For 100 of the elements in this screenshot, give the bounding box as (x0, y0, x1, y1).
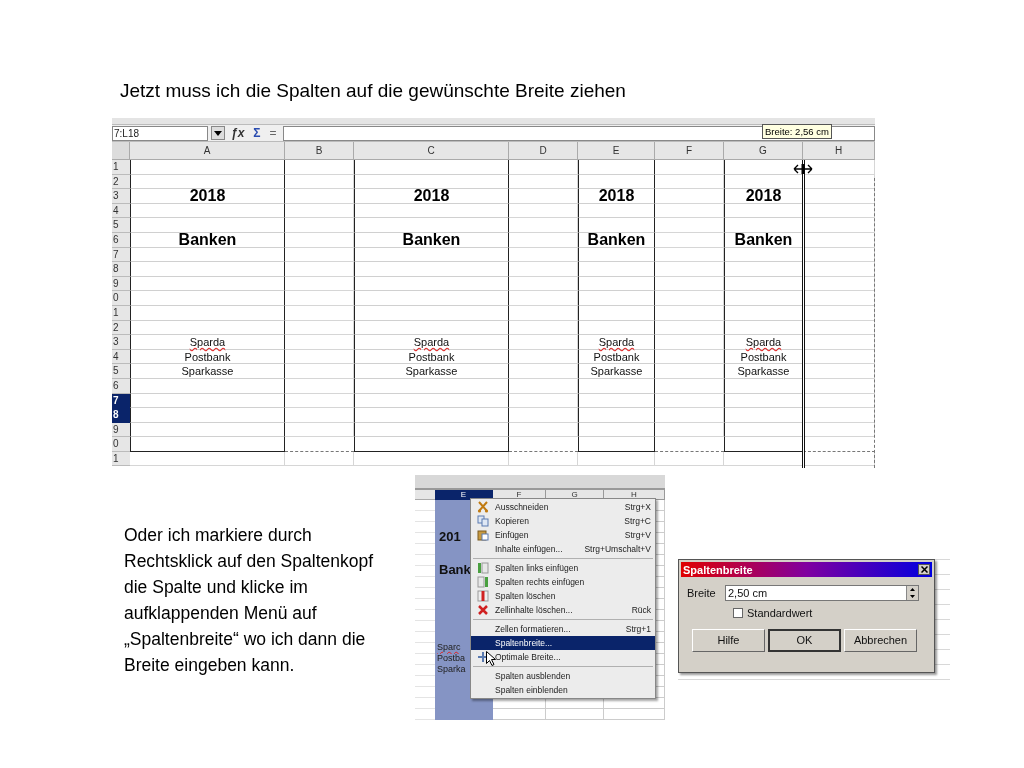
table-cell (509, 189, 578, 204)
table-cell (285, 189, 354, 204)
row-header[interactable]: 5 (112, 364, 130, 379)
scissors-icon (477, 501, 489, 513)
cell-text: 2018 (597, 186, 636, 207)
menu-item[interactable]: Spalten ausblenden (471, 669, 655, 683)
column-header[interactable]: G (724, 142, 803, 160)
menu-item[interactable]: Zellinhalte löschen... Rück (471, 603, 655, 617)
menu-item[interactable]: Spalten links einfügen (471, 561, 655, 575)
insert-column-icon (477, 576, 489, 588)
menu-item[interactable]: Spalten rechts einfügen (471, 575, 655, 589)
table-cell (509, 305, 578, 321)
row-header[interactable]: 3 (112, 189, 130, 204)
table-cell (285, 364, 354, 379)
cell-text: Sparka (437, 664, 466, 675)
table-cell (655, 276, 724, 292)
formula-button[interactable]: ƒx (228, 126, 248, 140)
formula-input[interactable] (282, 125, 875, 141)
cell-text: 2018 (188, 186, 227, 207)
cell-text: 2018 (744, 186, 783, 207)
table-cell (285, 276, 354, 292)
menu-item[interactable]: Spalten löschen (471, 589, 655, 603)
table-cell (604, 709, 665, 720)
column-header[interactable]: H (803, 142, 875, 160)
close-button[interactable] (918, 564, 930, 575)
row-header[interactable]: 1 (112, 160, 130, 175)
cell-text: Postbank (183, 349, 232, 364)
dropdown-button[interactable] (211, 126, 225, 140)
table-cell (509, 276, 578, 292)
table-cell (285, 335, 354, 350)
table-cell (509, 160, 578, 175)
table-cell (285, 349, 354, 365)
table-cell (655, 335, 724, 350)
cursor-icon (486, 651, 496, 666)
table-cell (509, 203, 578, 219)
table-cell (509, 408, 578, 423)
table-cell (655, 174, 724, 190)
table-cell (285, 174, 354, 190)
table-cell (655, 393, 724, 409)
row-header[interactable]: 0 (112, 437, 130, 452)
menu-item[interactable]: Ausschneiden Strg+X (471, 500, 655, 514)
cell-text: 2018 (412, 186, 451, 207)
row-header[interactable]: 8 (112, 262, 130, 277)
caret-icon (214, 130, 222, 136)
table-cell (285, 451, 354, 467)
menu-item[interactable]: Zellen formatieren... Strg+1 (471, 622, 655, 636)
insert-column-icon (477, 562, 489, 574)
menu-item[interactable]: Optimale Breite... (471, 650, 655, 664)
table-cell (509, 262, 578, 277)
column-header[interactable]: B (285, 142, 354, 160)
row-header[interactable]: 0 (112, 291, 130, 306)
table-cell (509, 218, 578, 233)
corner-cell[interactable] (415, 490, 435, 500)
cell-text: 201 (439, 528, 461, 546)
table-cell (285, 160, 354, 175)
table-cell (655, 320, 724, 336)
table-cell (655, 218, 724, 233)
formula-button[interactable]: Σ (250, 126, 264, 140)
copy-icon (477, 515, 489, 527)
table-cell (655, 247, 724, 263)
dialog-button[interactable]: Abbrechen (844, 629, 917, 652)
table-cell (509, 451, 578, 467)
column-header[interactable]: E (578, 142, 655, 160)
resize-icon (477, 651, 489, 663)
table-cell (655, 232, 724, 248)
column-header[interactable]: C (354, 142, 509, 160)
formula-button[interactable]: = (266, 126, 280, 140)
title-bar: Spaltenbreite (681, 562, 932, 577)
slide-heading: Jetzt muss ich die Spalten auf die gewünschte Breite ziehen (120, 79, 626, 103)
table-cell (285, 393, 354, 409)
menu-item[interactable]: Kopieren Strg+C (471, 514, 655, 528)
menu-item[interactable]: Spaltenbreite... (471, 636, 655, 650)
width-input-field[interactable]: 2,50 cm (725, 585, 919, 602)
table-cell (655, 189, 724, 204)
delete-icon (477, 604, 489, 616)
column-header[interactable]: D (509, 142, 578, 160)
table-cell (509, 393, 578, 409)
checkbox[interactable] (733, 607, 743, 618)
table-cell (655, 305, 724, 321)
menu-item[interactable]: Inhalte einfügen... Strg+Umschalt+V (471, 542, 655, 556)
menu-item[interactable]: Einfügen Strg+V (471, 528, 655, 542)
dialog-button[interactable]: Hilfe (692, 629, 765, 652)
name-box[interactable]: 7:L18 (112, 125, 208, 141)
menu-item[interactable]: Spalten einblenden (471, 683, 655, 697)
spin-button[interactable] (906, 586, 918, 601)
column-header[interactable]: A (130, 142, 285, 160)
resize-cursor-icon (793, 164, 813, 174)
paste-icon (477, 529, 489, 541)
cell-text: Sparc (437, 642, 461, 653)
table-cell (509, 320, 578, 336)
dialog-button[interactable]: OK (768, 629, 841, 652)
row-header[interactable]: 3 (112, 335, 130, 350)
row-header[interactable]: 5 (112, 218, 130, 233)
table-cell (546, 709, 604, 720)
corner-cell[interactable] (112, 142, 130, 160)
table-cell (509, 291, 578, 306)
column-header[interactable]: F (655, 142, 724, 160)
row-header[interactable]: 8 (112, 408, 130, 423)
table-cell (655, 451, 724, 467)
table-cell (509, 335, 578, 350)
